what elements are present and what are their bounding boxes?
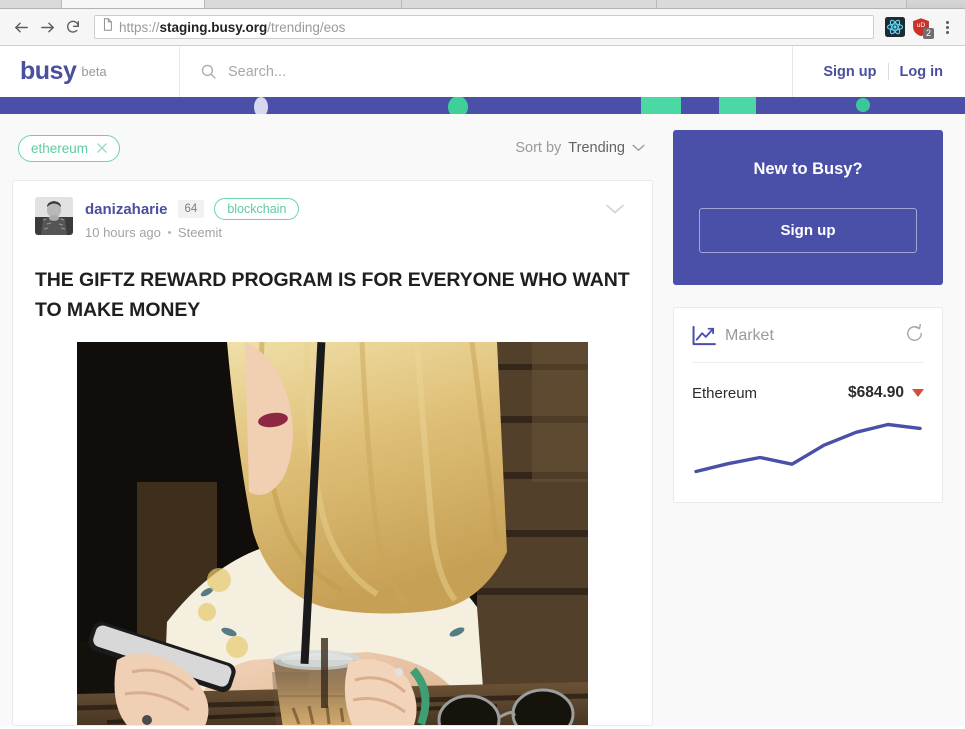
post-timestamp: 10 hours ago: [85, 225, 161, 240]
nav-indicator-dot[interactable]: [254, 97, 268, 114]
triangle-down-icon: [912, 389, 924, 397]
sort-dropdown[interactable]: Sort by Trending: [515, 140, 645, 156]
search-icon: [200, 63, 217, 80]
sort-selected-value: Trending: [568, 140, 625, 156]
browser-tab-active[interactable]: [62, 0, 205, 8]
browser-tab[interactable]: [657, 0, 907, 8]
coin-price: $684.90: [847, 384, 904, 401]
filter-tag-label: ethereum: [31, 140, 89, 156]
nav-strip[interactable]: [0, 97, 965, 114]
page-document-icon: [102, 18, 113, 36]
url-path: /trending/eos: [267, 19, 346, 35]
meta-separator-dot: [167, 231, 171, 234]
url-text: https://staging.busy.org/trending/eos: [119, 20, 345, 35]
market-divider: [692, 362, 924, 363]
refresh-icon[interactable]: [905, 323, 924, 348]
post-image[interactable]: [77, 342, 588, 725]
back-arrow-icon[interactable]: [8, 14, 34, 40]
logo-beta-label: beta: [81, 64, 107, 79]
auth-divider: [887, 63, 889, 80]
forward-arrow-icon[interactable]: [34, 14, 60, 40]
filter-tag-ethereum[interactable]: ethereum: [18, 134, 121, 162]
sidebar: New to Busy? Sign up Market Ethereum $68…: [673, 130, 943, 726]
post-meta-primary: danizaharie 64 blockchain: [85, 198, 600, 220]
filter-row: ethereum Sort by Trending: [12, 130, 653, 166]
main-column: ethereum Sort by Trending danizaharie 64…: [12, 130, 653, 726]
page-body: ethereum Sort by Trending danizaharie 64…: [0, 114, 965, 726]
post-source: Steemit: [177, 225, 222, 240]
signup-promo-title: New to Busy?: [753, 160, 863, 178]
market-card-header: Market: [692, 323, 924, 348]
browser-tab-strip[interactable]: [0, 0, 965, 9]
browser-tab[interactable]: [0, 0, 62, 8]
price-sparkline-chart: [692, 412, 924, 484]
author-reputation-badge: 64: [177, 200, 205, 218]
nav-highlight-block[interactable]: [719, 97, 756, 114]
market-row-ethereum[interactable]: Ethereum $684.90: [692, 384, 924, 402]
address-bar[interactable]: https://staging.busy.org/trending/eos: [94, 15, 874, 39]
logo-wordmark: busy: [20, 57, 77, 85]
nav-highlight-block[interactable]: [641, 97, 681, 114]
chevron-down-icon[interactable]: [632, 144, 645, 152]
post-menu-chevron-down-icon[interactable]: [600, 197, 630, 223]
url-host: staging.busy.org: [159, 19, 268, 35]
browser-toolbar: https://staging.busy.org/trending/eos uD…: [0, 9, 965, 46]
avatar[interactable]: [35, 197, 73, 235]
search-input[interactable]: [228, 63, 761, 80]
signup-button[interactable]: Sign up: [699, 208, 917, 253]
sparkline-series-ethereum: [694, 422, 922, 474]
three-dots-menu-icon[interactable]: [937, 20, 957, 34]
coin-name: Ethereum: [692, 384, 758, 402]
signup-promo-card: New to Busy? Sign up: [673, 130, 943, 285]
coin-price-wrap: $684.90: [848, 384, 924, 402]
auth-links: Sign up Log in: [793, 46, 965, 97]
nav-indicator-dot[interactable]: [856, 98, 870, 112]
sparkline-svg: [694, 422, 922, 474]
login-link[interactable]: Log in: [900, 64, 944, 80]
post-category-tag[interactable]: blockchain: [214, 198, 300, 220]
nav-avatar-dot[interactable]: [448, 97, 468, 114]
chart-line-icon: [692, 326, 716, 346]
site-logo[interactable]: busy beta: [0, 46, 180, 97]
post-title[interactable]: THE GIFTZ REWARD PROGRAM IS FOR EVERYONE…: [35, 265, 630, 325]
post-meta: danizaharie 64 blockchain 10 hours ago S…: [85, 197, 600, 240]
search-container[interactable]: [180, 46, 793, 97]
post-meta-secondary: 10 hours ago Steemit: [85, 225, 600, 240]
post-author-name[interactable]: danizaharie: [85, 201, 168, 218]
sort-by-label: Sort by: [515, 140, 562, 156]
post-header: danizaharie 64 blockchain 10 hours ago S…: [35, 197, 630, 240]
browser-chrome: https://staging.busy.org/trending/eos uD…: [0, 0, 965, 46]
market-card: Market Ethereum $684.90: [673, 307, 943, 503]
site-header: busy beta Sign up Log in: [0, 46, 965, 97]
market-card-title: Market: [725, 327, 774, 344]
ublock-origin-icon[interactable]: uD 2: [910, 16, 934, 39]
browser-tab[interactable]: [402, 0, 657, 8]
post-card[interactable]: danizaharie 64 blockchain 10 hours ago S…: [12, 180, 653, 726]
signup-link[interactable]: Sign up: [823, 64, 876, 80]
close-icon[interactable]: [97, 142, 107, 155]
reload-icon[interactable]: [60, 14, 86, 40]
react-devtools-icon[interactable]: [884, 16, 906, 38]
url-scheme: https://: [119, 19, 160, 35]
browser-tab[interactable]: [205, 0, 402, 8]
extension-badge: 2: [922, 28, 934, 39]
